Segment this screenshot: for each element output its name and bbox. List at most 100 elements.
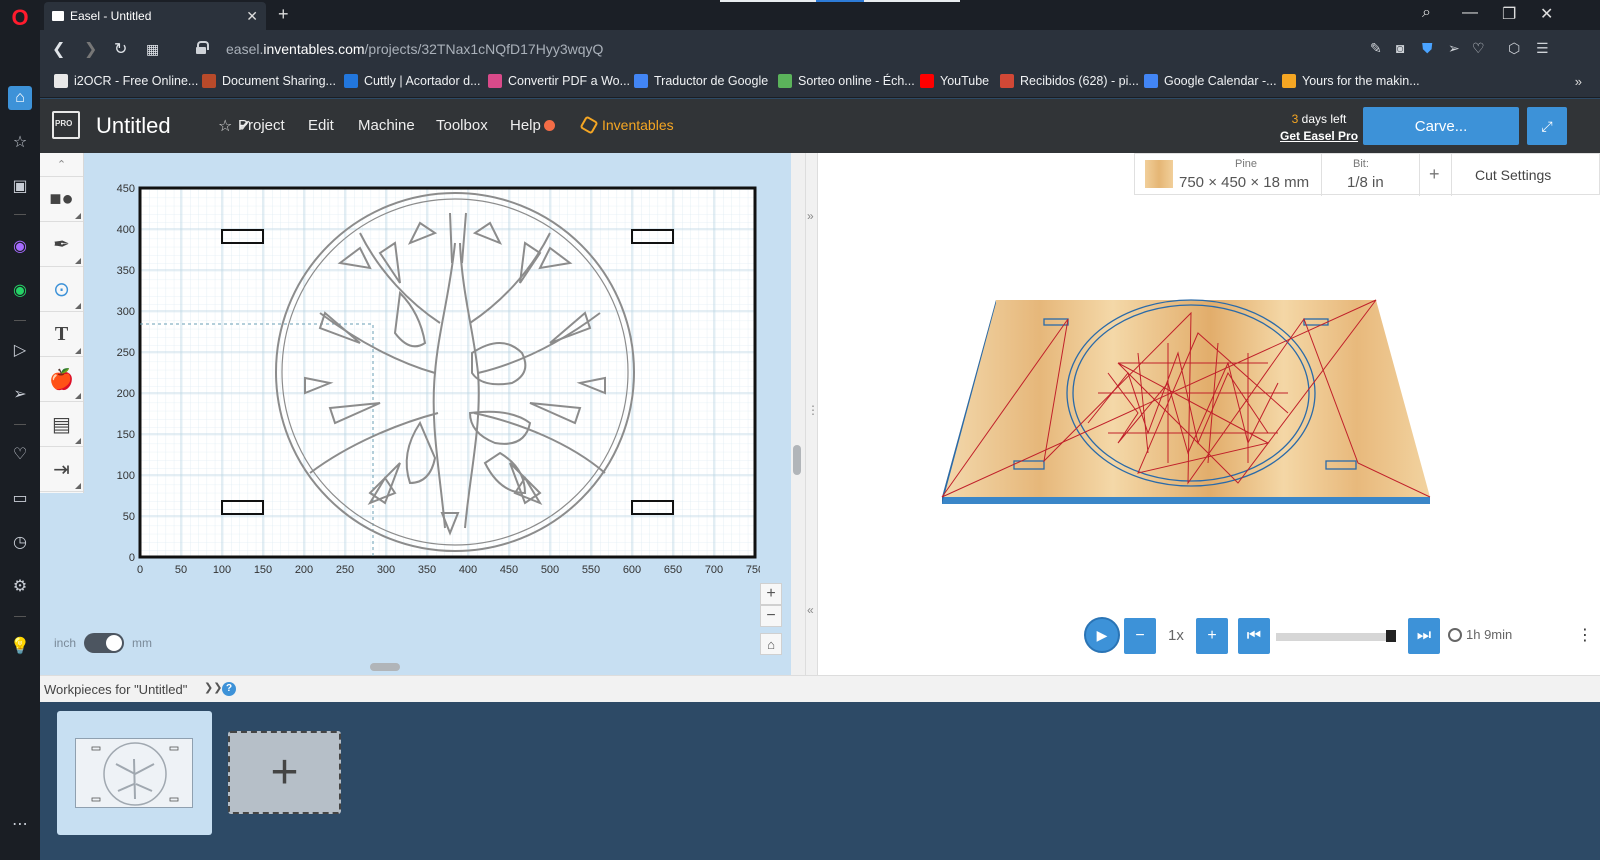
inventables-link[interactable]: Inventables: [579, 115, 674, 135]
project-title[interactable]: Untitled: [96, 113, 171, 139]
easel-pro-logo-icon[interactable]: PRO: [52, 111, 80, 139]
y-tick-label: 350: [117, 265, 135, 277]
heart-icon[interactable]: ♡: [8, 442, 32, 466]
help-icon[interactable]: ?: [222, 682, 236, 696]
bookmark-calendar[interactable]: Google Calendar -...: [1144, 74, 1277, 88]
speed-dial-icon[interactable]: ⌂: [8, 86, 32, 110]
unit-toggle[interactable]: inch mm: [54, 633, 152, 653]
menu-project[interactable]: Project: [238, 117, 285, 134]
y-tick-label: 300: [117, 306, 135, 318]
fullscreen-icon[interactable]: ⤢: [1527, 107, 1567, 145]
camera-icon[interactable]: ◙: [1396, 40, 1404, 56]
zoom-in-button[interactable]: +: [760, 583, 782, 605]
extensions-icon[interactable]: ⬡: [1508, 40, 1520, 57]
send-icon[interactable]: ➢: [8, 382, 32, 406]
opera-logo-icon[interactable]: O: [8, 5, 32, 30]
bookmark-traductor[interactable]: Traductor de Google: [634, 74, 768, 88]
expand-left-icon[interactable]: «: [807, 603, 814, 617]
messenger-icon[interactable]: ◉: [8, 234, 32, 258]
more-icon[interactable]: ⋯: [8, 812, 32, 836]
text-tool-icon[interactable]: T: [40, 312, 83, 357]
slower-button[interactable]: −: [1124, 618, 1156, 654]
simulation-progress-handle[interactable]: [1386, 630, 1396, 642]
bookmark-favicon-icon: [54, 74, 68, 88]
settings-icon[interactable]: ⚙: [8, 574, 32, 598]
menu-toolbox[interactable]: Toolbox: [436, 117, 488, 134]
vertical-scrollbar[interactable]: [793, 445, 801, 475]
url-field[interactable]: easel.inventables.com/projects/32TNax1cN…: [226, 41, 603, 57]
close-tab-icon[interactable]: ✕: [246, 8, 258, 25]
bookmarks-bar: i2OCR - Free Online... Document Sharing.…: [40, 68, 1600, 98]
more-bookmarks-icon[interactable]: »: [1575, 74, 1582, 89]
import-tool-icon[interactable]: ⇥: [40, 447, 83, 492]
rewind-icon[interactable]: ⏮: [1238, 618, 1270, 654]
workpieces-title[interactable]: Workpieces for "Untitled": [44, 682, 187, 697]
tabs-icon[interactable]: ▭: [8, 486, 32, 510]
bookmark-document-sharing[interactable]: Document Sharing...: [202, 74, 336, 88]
flow-icon[interactable]: ➢: [1448, 40, 1460, 57]
bookmark-cuttly[interactable]: Cuttly | Acortador d...: [344, 74, 481, 88]
3d-board-preview[interactable]: [938, 293, 1438, 523]
restore-icon[interactable]: ❐: [1502, 4, 1516, 24]
home-view-icon[interactable]: ⌂: [760, 633, 782, 655]
speed-dial-grid-icon[interactable]: ▦: [146, 41, 159, 58]
apps-tool-icon[interactable]: ▤: [40, 402, 83, 447]
unit-toggle-switch[interactable]: [84, 633, 125, 653]
lightbulb-icon[interactable]: 💡: [8, 634, 32, 658]
pen-tool-icon[interactable]: ✒: [40, 222, 83, 267]
material-dimensions[interactable]: 750 × 450 × 18 mm: [1179, 174, 1309, 191]
cut-settings-button[interactable]: Cut Settings: [1475, 167, 1551, 183]
workspaces-icon[interactable]: ▣: [8, 174, 32, 198]
new-tab-icon[interactable]: +: [278, 4, 289, 25]
whatsapp-icon[interactable]: ◉: [8, 278, 32, 302]
material-swatch[interactable]: [1145, 160, 1173, 188]
menu-icon[interactable]: ☰: [1536, 40, 1549, 57]
bookmark-yours[interactable]: Yours for the makin...: [1282, 74, 1420, 88]
toolbox: ⌃ ■● ✒ ⊙ T 🍎 ▤ ⇥: [40, 153, 84, 493]
carve-button[interactable]: Carve...: [1363, 107, 1519, 145]
bookmark-gmail[interactable]: Recibidos (628) - pi...: [1000, 74, 1139, 88]
player-icon[interactable]: ▷: [8, 338, 32, 362]
star-icon[interactable]: ☆: [218, 116, 232, 136]
tab-easel[interactable]: Easel - Untitled ✕: [44, 2, 266, 30]
add-workpiece-button[interactable]: +: [228, 731, 341, 814]
forward-icon[interactable]: ❯: [84, 39, 97, 59]
skip-to-end-icon[interactable]: ⏭: [1408, 618, 1440, 654]
back-icon[interactable]: ❮: [52, 39, 65, 59]
menu-machine[interactable]: Machine: [358, 117, 415, 134]
reload-icon[interactable]: ↻: [114, 39, 127, 59]
shield-icon[interactable]: ⛊: [1422, 40, 1433, 57]
panel-divider[interactable]: » ⋮ «: [805, 153, 819, 675]
edit-icon[interactable]: ✎: [1370, 40, 1382, 57]
chevron-down-icon[interactable]: ❯❯: [204, 681, 222, 694]
search-tabs-icon[interactable]: ⌕: [1422, 4, 1431, 22]
bit-value[interactable]: 1/8 in: [1347, 174, 1384, 191]
simulation-progress-track[interactable]: [1276, 633, 1396, 641]
minimize-icon[interactable]: —: [1462, 4, 1478, 22]
discover-icon[interactable]: ☆: [8, 130, 32, 154]
zoom-out-button[interactable]: −: [760, 605, 782, 627]
shapes-tool-icon[interactable]: ■●: [40, 177, 83, 222]
x-tick-label: 150: [254, 564, 272, 576]
collapse-toolbox-icon[interactable]: ⌃: [40, 153, 83, 177]
point-tool-icon[interactable]: ⊙: [40, 267, 83, 312]
workpiece-thumbnail[interactable]: [57, 711, 212, 835]
add-bit-button[interactable]: +: [1429, 164, 1440, 185]
horizontal-scrollbar[interactable]: [370, 663, 400, 671]
bookmark-youtube[interactable]: YouTube: [920, 74, 989, 88]
menu-help[interactable]: Help: [510, 117, 541, 134]
close-window-icon[interactable]: ✕: [1540, 4, 1553, 24]
expand-right-icon[interactable]: »: [807, 209, 814, 223]
icons-tool-icon[interactable]: 🍎: [40, 357, 83, 402]
heart-bookmark-icon[interactable]: ♡: [1472, 40, 1485, 57]
bookmark-convertir-pdf[interactable]: Convertir PDF a Wo...: [488, 74, 630, 88]
menu-edit[interactable]: Edit: [308, 117, 334, 134]
get-easel-pro-link[interactable]: Get Easel Pro: [1280, 128, 1358, 145]
bookmark-sorteo[interactable]: Sorteo online - Éch...: [778, 74, 915, 88]
more-options-icon[interactable]: ⋮: [1576, 625, 1594, 647]
history-icon[interactable]: ◷: [8, 530, 32, 554]
design-grid[interactable]: 450400350300250200150100500 0 50 100 150 200…: [100, 173, 760, 593]
play-simulation-button[interactable]: ▶: [1084, 617, 1120, 653]
faster-button[interactable]: +: [1196, 618, 1228, 654]
bookmark-i2ocr[interactable]: i2OCR - Free Online...: [54, 74, 198, 88]
